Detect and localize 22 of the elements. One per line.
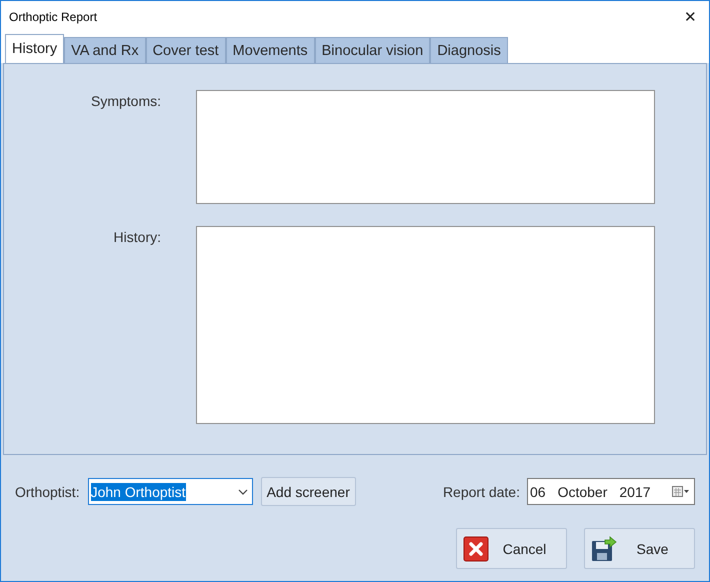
- cancel-button[interactable]: Cancel: [456, 528, 567, 569]
- add-screener-button[interactable]: Add screener: [260, 477, 356, 506]
- calendar-icon[interactable]: [672, 486, 690, 498]
- tab[interactable]: VA and Rx: [64, 37, 146, 63]
- save-icon: [591, 536, 617, 562]
- date-picker[interactable]: 06 October 2017: [527, 478, 695, 505]
- close-icon: [463, 536, 489, 562]
- tab[interactable]: Movements: [226, 37, 315, 63]
- window-title: Orthoptic Report: [9, 10, 98, 24]
- field-label: Report date:: [442, 484, 520, 500]
- tab[interactable]: Cover test: [146, 37, 226, 63]
- save-button[interactable]: Save: [584, 528, 695, 569]
- text-area[interactable]: [196, 90, 655, 204]
- field-label: Orthoptist:: [15, 484, 80, 500]
- orthoptist-dropdown[interactable]: John Orthoptist: [88, 478, 253, 505]
- field-label: Symptoms:: [90, 92, 161, 111]
- field-label: History:: [112, 228, 161, 247]
- tab[interactable]: History: [5, 34, 64, 63]
- chevron-icon: [238, 488, 248, 494]
- tab[interactable]: Diagnosis: [430, 37, 508, 63]
- tab[interactable]: Binocular vision: [314, 37, 430, 63]
- close-button[interactable]: ✕: [680, 8, 701, 26]
